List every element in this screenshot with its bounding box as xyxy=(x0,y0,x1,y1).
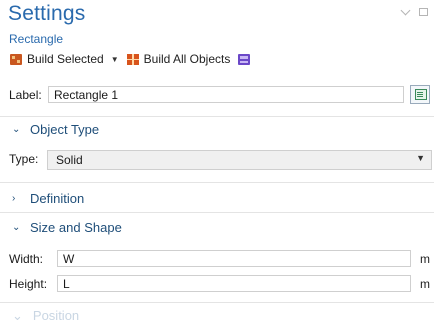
section-object-type-label: Object Type xyxy=(30,122,100,137)
height-input[interactable]: L xyxy=(57,275,411,292)
dropdown-arrow-icon[interactable]: ▼ xyxy=(111,55,119,64)
section-definition-label: Definition xyxy=(30,191,85,206)
label-field-label: Label: xyxy=(9,88,42,102)
restore-window-icon[interactable] xyxy=(419,8,428,16)
chevron-down-icon: ⌄ xyxy=(12,222,21,233)
build-selected-label: Build Selected xyxy=(27,52,104,66)
divider xyxy=(0,212,434,213)
section-position[interactable]: ⌄ Position xyxy=(12,308,79,324)
build-all-objects-button[interactable]: Build All Objects xyxy=(126,52,231,66)
height-label: Height: xyxy=(9,277,48,291)
divider xyxy=(0,302,434,303)
chevron-right-icon: › xyxy=(12,193,16,204)
dropdown-arrow-icon: ▼ xyxy=(416,153,425,163)
divider xyxy=(0,182,434,183)
type-select[interactable]: Solid ▼ xyxy=(47,150,432,170)
chevron-down-icon: ⌄ xyxy=(12,308,23,323)
chevron-down-icon[interactable] xyxy=(400,5,411,15)
build-selected-icon xyxy=(10,53,22,65)
chevron-down-icon: ⌄ xyxy=(12,124,21,135)
node-subtitle: Rectangle xyxy=(9,32,64,46)
geometry-icon xyxy=(238,53,251,65)
window-controls xyxy=(400,5,428,16)
section-size-and-shape[interactable]: ⌄ Size and Shape xyxy=(12,220,122,235)
type-select-value: Solid xyxy=(56,153,83,167)
width-unit: m xyxy=(420,252,430,266)
divider xyxy=(0,116,434,117)
section-position-label: Position xyxy=(32,308,80,323)
build-all-objects-label: Build All Objects xyxy=(143,52,231,66)
label-input[interactable]: Rectangle 1 xyxy=(48,86,404,103)
section-size-and-shape-label: Size and Shape xyxy=(30,220,122,235)
section-definition[interactable]: › Definition xyxy=(12,191,84,206)
build-selected-button[interactable]: Build Selected ▼ xyxy=(10,52,119,66)
geometry-button[interactable] xyxy=(238,53,251,65)
label-settings-icon[interactable] xyxy=(410,85,430,104)
section-object-type[interactable]: ⌄ Object Type xyxy=(12,122,99,137)
toolbar: Build Selected ▼ Build All Objects xyxy=(10,52,258,66)
build-all-objects-icon xyxy=(126,53,139,65)
type-label: Type: xyxy=(9,152,39,166)
width-label: Width: xyxy=(9,252,44,266)
settings-title: Settings xyxy=(8,2,86,25)
height-unit: m xyxy=(420,277,430,291)
width-input[interactable]: W xyxy=(57,250,411,267)
